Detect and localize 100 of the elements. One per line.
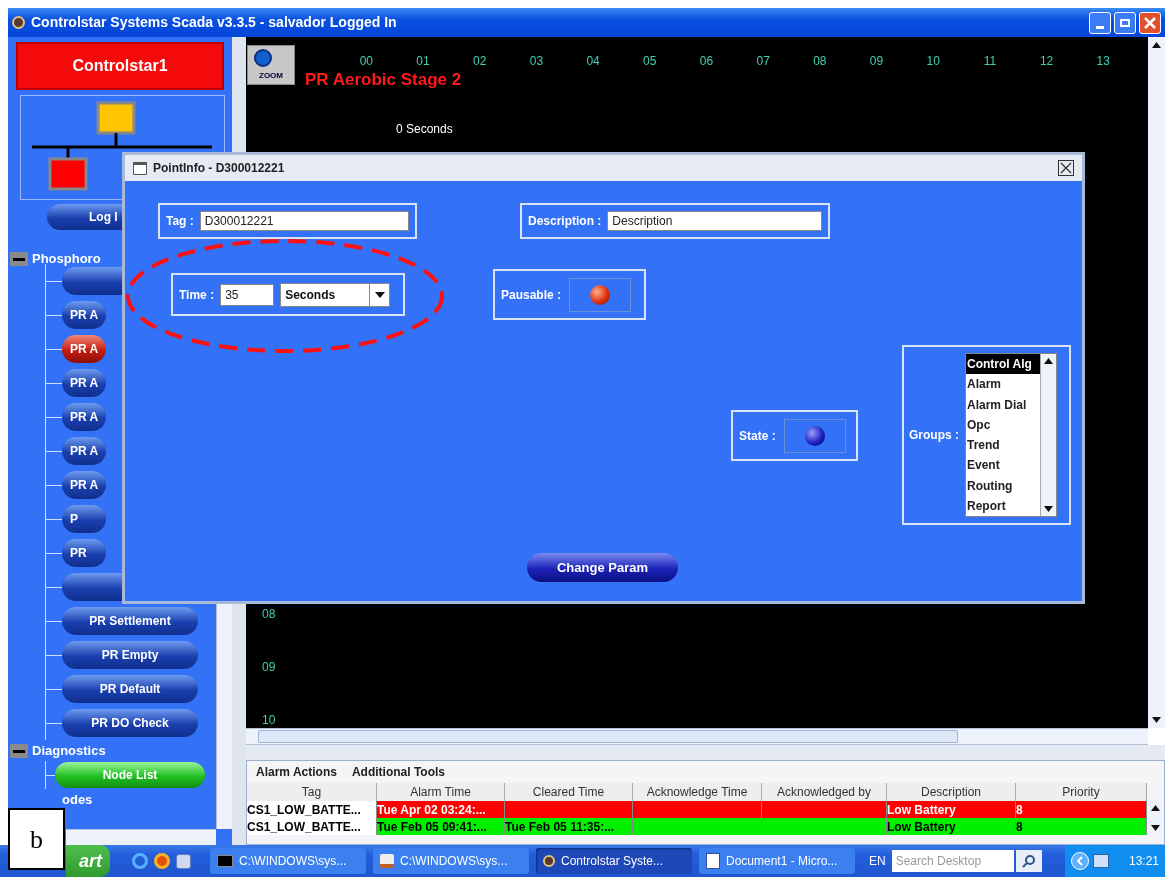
- column-label: 07: [755, 53, 771, 70]
- minimize-button[interactable]: [1089, 11, 1111, 34]
- field-label: Pausable :: [501, 286, 562, 304]
- column-label: 11: [982, 53, 998, 70]
- tag-field[interactable]: D300012221: [199, 211, 409, 231]
- scroll-up-icon[interactable]: [1044, 358, 1053, 364]
- login-button[interactable]: Log I: [47, 204, 122, 230]
- magnifier-icon: [254, 49, 272, 67]
- column-label: 09: [868, 53, 885, 70]
- column-label: 05: [642, 53, 658, 70]
- menu-item[interactable]: Additional Tools: [351, 763, 445, 781]
- dialog-title: PointInfo - D300012221: [153, 160, 285, 177]
- tree-node-label[interactable]: Diagnostics: [32, 741, 106, 761]
- list-item[interactable]: Event: [966, 455, 1040, 476]
- scroll-up-icon[interactable]: [1151, 805, 1160, 811]
- scroll-down-icon[interactable]: [1152, 717, 1161, 723]
- scroll-down-icon[interactable]: [1151, 825, 1160, 831]
- tree-button[interactable]: PR Settlement: [62, 607, 198, 635]
- process-title: PR Aerobic Stage 2: [305, 69, 462, 91]
- list-item[interactable]: Routing: [966, 475, 1040, 496]
- taskbar-button[interactable]: Document1 - Micro...: [699, 848, 855, 874]
- scroll-down-icon[interactable]: [1044, 506, 1053, 512]
- close-button[interactable]: [1058, 160, 1074, 176]
- network-icon[interactable]: [1093, 854, 1109, 868]
- table-cell: Tue Apr 02 03:24:...: [377, 803, 486, 817]
- console-icon: [217, 855, 233, 867]
- app-icon[interactable]: [176, 853, 191, 869]
- list-item[interactable]: Report: [966, 495, 1040, 516]
- chevron-left-icon[interactable]: [1071, 852, 1089, 870]
- table-cell: Tue Feb 05 11:35:...: [505, 820, 615, 834]
- list-item[interactable]: Trend: [966, 435, 1040, 456]
- column-label: 06: [698, 53, 715, 70]
- tree-button[interactable]: PR A: [62, 403, 106, 431]
- unit-dropdown[interactable]: Seconds: [280, 282, 391, 307]
- column-header[interactable]: Acknowledge Time: [633, 783, 762, 801]
- field-label: Description :: [528, 213, 602, 230]
- search-button[interactable]: [1015, 850, 1042, 872]
- field-label: State :: [739, 427, 776, 445]
- language-indicator[interactable]: EN: [869, 852, 886, 870]
- tree-node-label[interactable]: odes: [62, 790, 93, 810]
- list-item[interactable]: Alarm: [966, 374, 1040, 395]
- collapse-icon[interactable]: [10, 252, 28, 266]
- alarm-row[interactable]: CS1_LOW_BATTE... Tue Feb 05 09:41:... Tue Feb 05 11:35:... Low Battery 8: [247, 818, 1147, 835]
- menu-item[interactable]: Alarm Actions: [256, 763, 337, 781]
- vertical-scrollbar[interactable]: [1148, 37, 1165, 728]
- table-cell: Low Battery: [887, 820, 956, 834]
- table-cell: Low Battery: [887, 803, 956, 817]
- horizontal-scrollbar[interactable]: [246, 728, 1148, 745]
- change-param-button[interactable]: Change Param: [527, 553, 678, 582]
- column-header[interactable]: Cleared Time: [505, 783, 633, 801]
- tree-button[interactable]: PR DO Check: [62, 709, 198, 737]
- time-field[interactable]: 35: [220, 283, 275, 306]
- browser-icon[interactable]: [154, 853, 170, 869]
- column-label: 13: [1095, 53, 1111, 70]
- column-header[interactable]: Description: [887, 783, 1016, 801]
- column-header[interactable]: Acknowledged by: [762, 783, 887, 801]
- description-field[interactable]: Description: [607, 211, 822, 231]
- collapse-icon[interactable]: [10, 744, 28, 758]
- tree-button[interactable]: P: [62, 505, 106, 533]
- column-header[interactable]: Priority: [1016, 783, 1147, 801]
- tree-button[interactable]: PR A: [62, 369, 106, 397]
- app-icon: [12, 16, 25, 29]
- row-label: 09: [262, 659, 276, 676]
- list-item[interactable]: Control Alg: [966, 354, 1040, 375]
- table-cell: CS1_LOW_BATTE...: [247, 820, 361, 834]
- column-label: 12: [1038, 53, 1055, 70]
- tree-node-label[interactable]: Phosphoro: [32, 249, 101, 269]
- column-label: 01: [415, 53, 431, 70]
- table-cell: CS1_LOW_BATTE...: [247, 803, 361, 817]
- taskbar-button[interactable]: Controlstar Syste...: [536, 848, 692, 874]
- alarm-row[interactable]: CS1_LOW_BATTE... Tue Apr 02 03:24:... Low Battery 8: [247, 801, 1147, 818]
- vertical-scrollbar[interactable]: [1040, 354, 1056, 516]
- zoom-button[interactable]: ZOOM: [247, 45, 295, 85]
- tree-button[interactable]: PR: [62, 539, 106, 567]
- vertical-scrollbar[interactable]: [1147, 801, 1164, 835]
- list-item[interactable]: Alarm Dial: [966, 394, 1040, 415]
- search-field[interactable]: Search Desktop: [891, 850, 1014, 872]
- tree-button[interactable]: PR A: [62, 437, 106, 465]
- column-header[interactable]: Alarm Time: [377, 783, 505, 801]
- tree-button[interactable]: PR A: [62, 301, 106, 329]
- node-title: Controlstar1: [16, 42, 224, 90]
- search-icon: [1021, 854, 1036, 868]
- list-item[interactable]: Opc: [966, 414, 1040, 435]
- tree-button[interactable]: PR A: [62, 335, 106, 363]
- column-label: 10: [925, 53, 941, 70]
- row-label: 10: [262, 712, 276, 729]
- tree-button[interactable]: PR A: [62, 471, 106, 499]
- cup-icon: [380, 854, 394, 868]
- scroll-up-icon[interactable]: [1152, 42, 1161, 48]
- column-label: 00: [358, 53, 374, 70]
- taskbar-button[interactable]: C:\WINDOWS\sys...: [210, 848, 366, 874]
- tree-button[interactable]: PR Empty: [62, 641, 198, 669]
- column-label: 04: [585, 53, 601, 70]
- restore-button[interactable]: [1114, 11, 1136, 34]
- tree-button[interactable]: PR Default: [62, 675, 198, 703]
- column-header[interactable]: Tag: [247, 783, 377, 801]
- taskbar-button[interactable]: C:\WINDOWS\sys...: [373, 848, 529, 874]
- document-icon: [706, 853, 720, 869]
- browser-icon[interactable]: [132, 853, 148, 869]
- horizontal-scrollbar[interactable]: [66, 829, 216, 845]
